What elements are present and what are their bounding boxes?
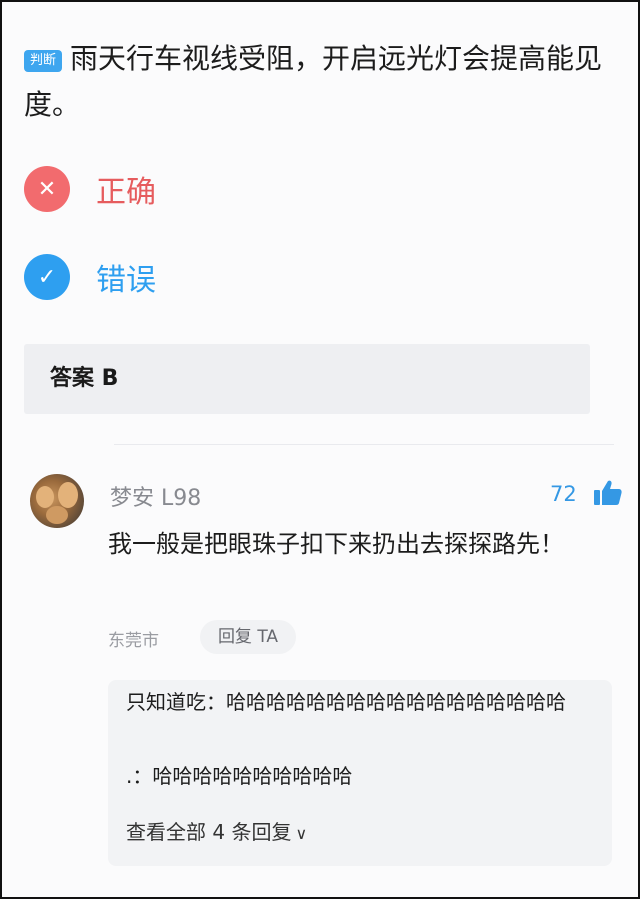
chevron-down-icon: ∨ xyxy=(295,824,308,843)
reply-text: 哈哈哈哈哈哈哈哈哈哈 xyxy=(152,764,353,788)
question-text: 雨天行车视线受阻，开启远光灯会提高能见度。 xyxy=(24,42,603,121)
reply-author: 只知道吃： xyxy=(126,690,226,714)
option-a[interactable]: ✕ 正确 xyxy=(24,166,156,212)
answer-text: 答案 B xyxy=(50,366,119,391)
comment-text: 我一般是把眼珠子扣下来扔出去探探路先！ xyxy=(108,530,564,558)
question-text-block: 判断 雨天行车视线受阻，开启远光灯会提高能见度。 xyxy=(24,36,604,128)
option-a-label: 正确 xyxy=(96,175,156,210)
reply-button[interactable]: 回复 TA xyxy=(200,620,296,654)
option-b[interactable]: ✓ 错误 xyxy=(24,254,156,300)
option-b-label: 错误 xyxy=(96,263,156,298)
divider xyxy=(114,444,614,445)
view-all-label: 查看全部 4 条回复 xyxy=(126,820,292,844)
reply-author: .： xyxy=(126,764,153,788)
question-type-tag: 判断 xyxy=(24,50,63,72)
thumbs-up-icon[interactable] xyxy=(592,477,624,509)
reply-item[interactable]: .：哈哈哈哈哈哈哈哈哈哈 xyxy=(126,762,352,790)
x-icon: ✕ xyxy=(24,166,70,212)
answer-box: 答案 B xyxy=(24,344,590,414)
check-icon: ✓ xyxy=(24,254,70,300)
screenshot-frame: 判断 雨天行车视线受阻，开启远光灯会提高能见度。 ✕ 正确 ✓ 错误 答案 B 梦… xyxy=(0,0,640,899)
view-all-replies-link[interactable]: 查看全部 4 条回复 ∨ xyxy=(126,818,307,848)
reply-item[interactable]: 只知道吃：哈哈哈哈哈哈哈哈哈哈哈哈哈哈哈哈哈 xyxy=(126,688,596,716)
comment-location: 东莞市 xyxy=(108,631,159,651)
like-count: 72 xyxy=(550,482,577,506)
replies-panel: 只知道吃：哈哈哈哈哈哈哈哈哈哈哈哈哈哈哈哈哈 .：哈哈哈哈哈哈哈哈哈哈 查看全部… xyxy=(108,680,612,866)
comment-username[interactable]: 梦安 L98 xyxy=(110,480,201,512)
reply-text: 哈哈哈哈哈哈哈哈哈哈哈哈哈哈哈哈哈 xyxy=(226,690,566,714)
avatar[interactable] xyxy=(30,474,84,528)
